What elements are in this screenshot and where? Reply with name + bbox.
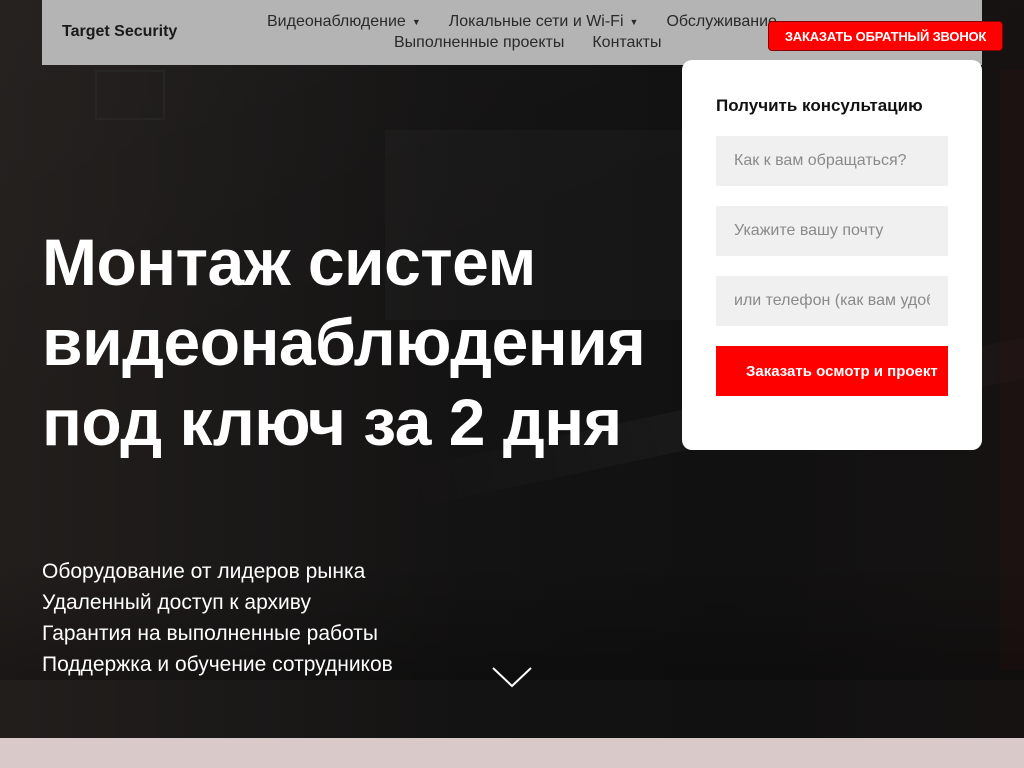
callback-button[interactable]: Заказать обратный звонок	[768, 21, 1003, 51]
background-window	[95, 70, 165, 120]
feature-item: Поддержка и обучение сотрудников	[42, 653, 393, 676]
nav-item-maintenance[interactable]: Обслуживание	[666, 13, 776, 31]
feature-item: Гарантия на выполненные работы	[42, 622, 378, 645]
nav-item-label: Видеонаблюдение	[267, 13, 406, 30]
nav-item-projects[interactable]: Выполненные проекты	[394, 34, 564, 52]
main-nav-row-1: Видеонаблюдение ▼ Локальные сети и Wi-Fi…	[267, 13, 805, 31]
email-field[interactable]	[716, 206, 948, 256]
main-nav-row-2: Выполненные проекты Контакты	[394, 34, 689, 52]
nav-item-label: Локальные сети и Wi-Fi	[448, 13, 624, 30]
name-field[interactable]	[716, 136, 948, 186]
feature-list: Оборудование от лидеров рынка Удаленный …	[42, 556, 393, 680]
nav-item-contacts[interactable]: Контакты	[592, 34, 661, 52]
feature-item: Оборудование от лидеров рынка	[42, 560, 366, 583]
nav-item-label: Контакты	[592, 34, 662, 51]
consultation-form: Получить консультацию Заказать осмотр и …	[682, 60, 982, 450]
submit-button[interactable]: Заказать осмотр и проект	[716, 346, 948, 396]
caret-down-icon: ▼	[629, 17, 639, 27]
chevron-down-icon	[492, 667, 532, 688]
hero-title: Монтаж систем видеонаблюдения под ключ з…	[42, 225, 646, 459]
nav-item-networks-wifi[interactable]: Локальные сети и Wi-Fi ▼	[449, 13, 639, 31]
background-column	[1000, 70, 1024, 670]
nav-item-video-surveillance[interactable]: Видеонаблюдение ▼	[267, 13, 421, 31]
scroll-down-button[interactable]	[492, 664, 532, 690]
next-section	[0, 738, 1024, 768]
phone-field[interactable]	[716, 276, 948, 326]
nav-item-label: Обслуживание	[666, 13, 777, 30]
form-title: Получить консультацию	[716, 96, 923, 115]
logo[interactable]: Target Security	[62, 23, 177, 41]
nav-item-label: Выполненные проекты	[394, 34, 565, 51]
feature-item: Удаленный доступ к архиву	[42, 591, 311, 614]
caret-down-icon: ▼	[411, 17, 421, 27]
